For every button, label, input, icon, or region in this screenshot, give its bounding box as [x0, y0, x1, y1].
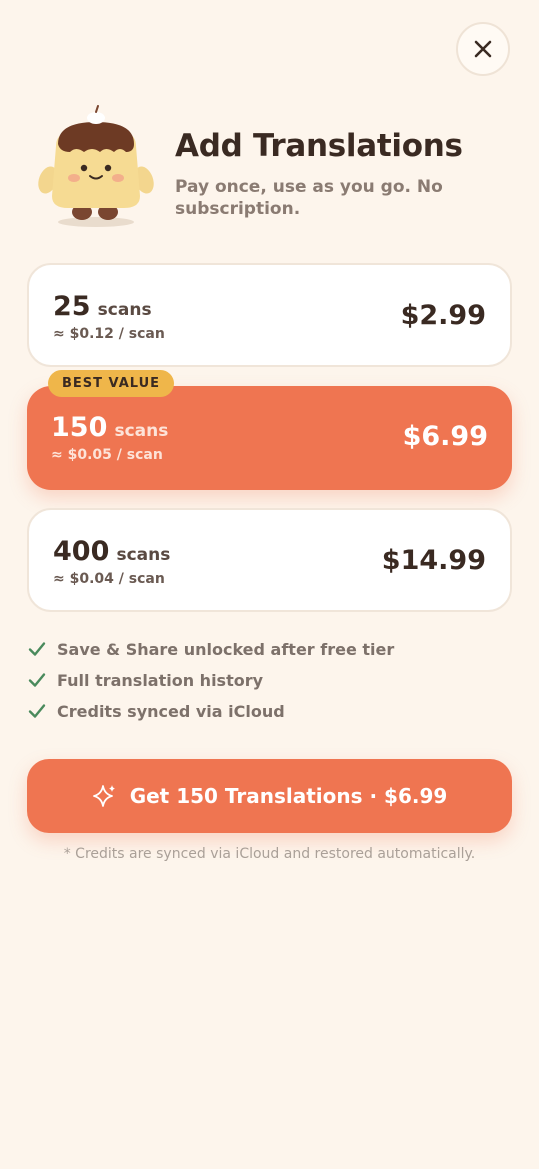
plan-option-400[interactable]: 400 scans ≈ $0.04 / scan $14.99	[27, 508, 512, 612]
plan-per-scan: ≈ $0.05 / scan	[51, 447, 163, 463]
feature-item: Save & Share unlocked after free tier	[28, 638, 394, 660]
page-subtitle: Pay once, use as you go. No subscription…	[175, 177, 443, 219]
plan-price: $14.99	[381, 545, 486, 576]
feature-item: Credits synced via iCloud	[28, 700, 285, 722]
feature-item: Full translation history	[28, 669, 263, 691]
plan-option-150[interactable]: 150 scans ≈ $0.05 / scan $6.99	[27, 386, 512, 490]
checkmark-icon	[28, 673, 46, 687]
close-button[interactable]	[456, 22, 510, 76]
plan-unit: scans	[114, 421, 169, 441]
purchase-button-label: Get 150 Translations · $6.99	[129, 784, 448, 808]
plan-price: $6.99	[402, 421, 488, 452]
plan-per-scan: ≈ $0.12 / scan	[53, 326, 165, 342]
plan-unit: scans	[97, 300, 152, 320]
best-value-badge: BEST VALUE	[48, 370, 175, 397]
plan-quantity: 25	[53, 291, 91, 322]
plan-quantity: 400	[53, 536, 110, 567]
feature-text: Credits synced via iCloud	[57, 701, 285, 721]
close-icon	[474, 40, 492, 58]
page-title: Add Translations	[175, 128, 463, 164]
plan-per-scan: ≈ $0.04 / scan	[53, 571, 165, 587]
feature-text: Full translation history	[57, 670, 264, 690]
purchase-button[interactable]: Get 150 Translations · $6.99	[27, 759, 512, 833]
sparkle-icon	[92, 785, 115, 807]
checkmark-icon	[28, 642, 46, 656]
footnote: * Credits are synced via iCloud and rest…	[63, 846, 476, 862]
flan-pudding-mascot	[38, 105, 154, 227]
plan-option-25[interactable]: 25 scans ≈ $0.12 / scan $2.99	[27, 263, 512, 367]
plan-quantity: 150	[51, 412, 108, 443]
checkmark-icon	[28, 704, 46, 718]
plan-unit: scans	[116, 545, 171, 565]
plan-price: $2.99	[400, 300, 486, 331]
feature-text: Save & Share unlocked after free tier	[57, 639, 395, 659]
